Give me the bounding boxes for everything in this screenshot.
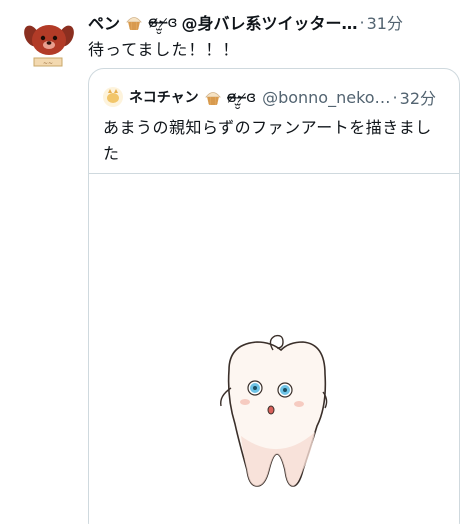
dog-avatar-icon[interactable]: ~~ <box>20 14 78 72</box>
separator: · <box>359 12 365 32</box>
tooth-character-illustration <box>220 334 328 487</box>
svg-text:~~: ~~ <box>43 60 53 67</box>
display-name[interactable]: ペン ɞ̴̶̷·̫̮ ̷̴̶ɞ @身バレ系ツイッター… <box>88 10 358 34</box>
quoted-separator: · <box>392 87 398 107</box>
timestamp[interactable]: 31分 <box>367 10 403 34</box>
quoted-tweet-media[interactable] <box>89 173 459 524</box>
display-name-suffix: @身バレ系ツイッター… <box>181 14 358 33</box>
quoted-handle: @bonno_neko… <box>262 87 391 107</box>
kaomoji: ɞ̴̶̷·̫̮ ̷̴̶ɞ <box>148 13 178 31</box>
quoted-display-name-text: ネコチャン <box>129 90 199 106</box>
quoted-tweet-text: あまうの親知らずのファンアートを描きました <box>103 118 432 163</box>
quoted-display-name[interactable]: ネコチャン ɞ̴̶̷·̫̮ ̷̴̶ɞ <box>129 87 256 107</box>
tweet-text: 待ってました！！！ <box>88 40 240 59</box>
tweet[interactable]: ~~ ペン ɞ̴̶̷·̫̮ ̷̴̶ɞ @身バレ系ツイッター… · 31分 待って… <box>0 0 474 524</box>
quoted-tweet-header: ネコチャン ɞ̴̶̷·̫̮ ̷̴̶ɞ @bonno_neko… · 32分 <box>103 85 436 109</box>
quoted-tweet[interactable]: ネコチャン ɞ̴̶̷·̫̮ ̷̴̶ɞ @bonno_neko… · 32分 あま… <box>88 68 460 524</box>
cupcake-icon <box>126 17 142 30</box>
cupcake-icon <box>204 92 221 105</box>
display-name-text: ペン <box>88 14 121 33</box>
cat-avatar-icon[interactable] <box>103 87 123 107</box>
tweet-header: ペン ɞ̴̶̷·̫̮ ̷̴̶ɞ @身バレ系ツイッター… · 31分 <box>88 10 468 34</box>
quoted-timestamp[interactable]: 32分 <box>400 85 436 109</box>
quoted-kaomoji: ɞ̴̶̷·̫̮ ̷̴̶ɞ <box>226 88 257 106</box>
